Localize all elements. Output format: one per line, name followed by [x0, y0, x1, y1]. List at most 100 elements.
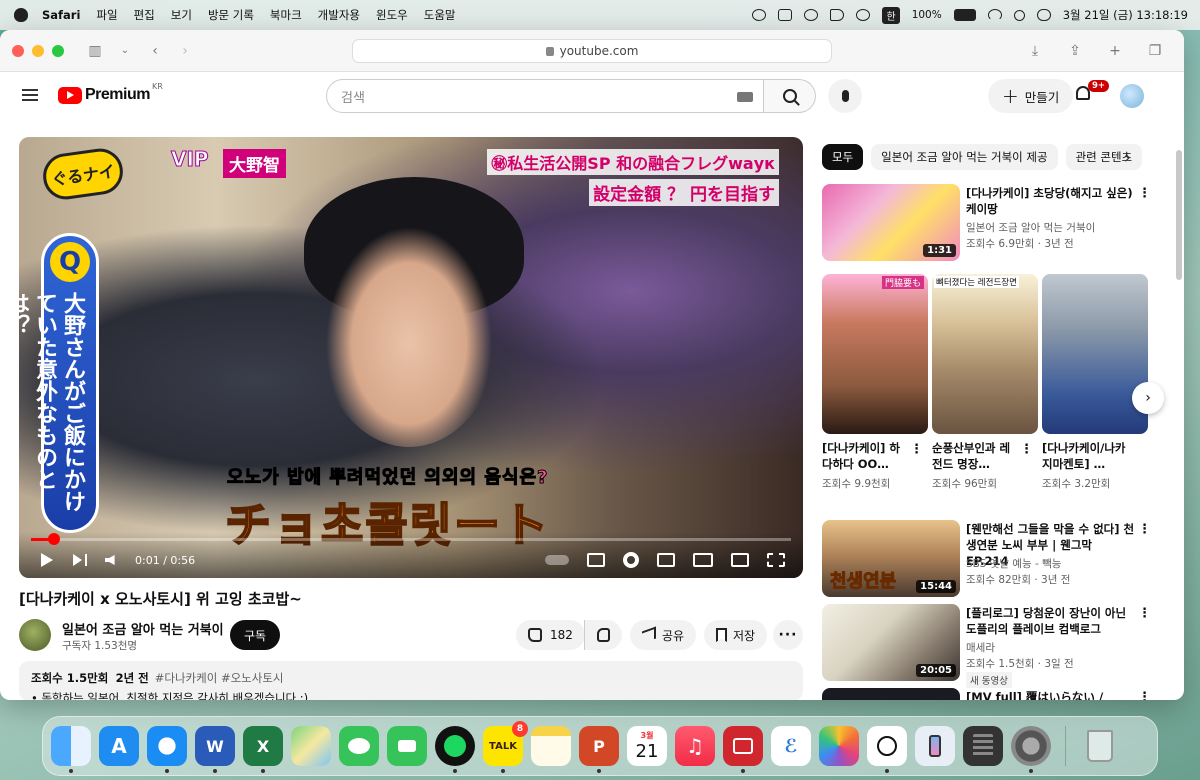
menu-bookmarks[interactable]: 북마크 [270, 7, 302, 23]
rec-channel[interactable]: 매세라 [966, 640, 995, 655]
chatgpt-menubar-icon[interactable] [752, 9, 767, 21]
control-center-icon[interactable] [1036, 9, 1051, 21]
spotlight-icon[interactable] [1013, 9, 1025, 21]
menu-help[interactable]: 도움말 [424, 7, 456, 23]
kakaotalk-icon[interactable]: TALK 8 [483, 721, 528, 773]
finder-icon[interactable] [51, 726, 91, 773]
rec-title[interactable]: [다나카케이] 초당당(해지고 싶은) 케이땅 [966, 185, 1136, 217]
create-button[interactable]: + 만들기 [988, 79, 1074, 113]
save-button[interactable]: 저장 [704, 620, 768, 650]
apple-icon[interactable] [14, 8, 28, 22]
rec-title[interactable]: [플리로그] 당첨운이 장난이 아닌 도플리의 플레이브 컴백로그 [966, 605, 1136, 637]
powerpoint-icon[interactable]: P [579, 726, 619, 773]
iphone-mirroring-icon[interactable] [915, 726, 955, 766]
maps-icon[interactable] [291, 726, 331, 766]
short-item[interactable]: 門脇要も [다나카케이] 하다하다 OO… 조회수 9.9천회 ⋮ [822, 274, 928, 491]
rec-thumbnail[interactable]: 1:31 [822, 184, 960, 261]
kebab-icon[interactable]: ⋮ [910, 442, 923, 457]
short-thumbnail[interactable]: 뼈터졌다는 레전드장면 [932, 274, 1038, 434]
sidebar-toggle-icon[interactable]: ▥ [82, 39, 108, 63]
search-input[interactable]: 검색 [326, 79, 764, 113]
chip-all[interactable]: 모두 [822, 144, 864, 170]
app-store-icon[interactable]: A [99, 726, 139, 766]
kebab-icon[interactable]: ⋮ [1138, 606, 1151, 621]
recommendation-item[interactable]: 20:05 [플리로그] 당첨운이 장난이 아닌 도플리의 플레이브 컴백로그 … [822, 604, 1152, 688]
trash-icon[interactable] [1080, 726, 1120, 766]
short-item[interactable]: 뼈터졌다는 레전드장면 순풍산부인과 레전드 명장… 조회수 96만회 ⋮ [932, 274, 1038, 491]
cast-icon[interactable] [731, 553, 749, 567]
shorts-next-icon[interactable]: › [1132, 382, 1164, 414]
rec-thumbnail[interactable] [822, 688, 960, 700]
calculator-icon[interactable] [963, 726, 1003, 766]
hashtags[interactable]: #다나카케이 #오노사토시 [155, 671, 284, 685]
minimize-window-button[interactable] [32, 44, 44, 57]
tab-overview-icon[interactable]: ❐ [1142, 39, 1168, 63]
theater-mode-icon[interactable] [693, 553, 713, 567]
spotify-icon[interactable] [435, 726, 475, 773]
safari-icon[interactable] [147, 726, 187, 773]
search-button[interactable] [764, 79, 816, 113]
description-box[interactable]: 조회수 1.5만회 2년 전 #다나카케이 #오노사토시 • 독학하는 일본어, … [19, 661, 803, 700]
volume-icon[interactable] [830, 9, 845, 21]
menu-app-name[interactable]: Safari [42, 8, 80, 22]
rec-title[interactable]: [MV full] 覆はいらない / [966, 689, 1136, 700]
short-title[interactable]: [다나카케이] 하다하다 OO… [822, 440, 910, 472]
recommendation-item[interactable]: 천생연분 15:44 [웬만해선 그들을 막을 수 없다] 천생연분 노씨 부부… [822, 520, 1152, 600]
notifications-button[interactable]: 9+ [1076, 80, 1110, 104]
youtube-logo[interactable]: Premium KR [58, 82, 163, 104]
tab-group-chevron-icon[interactable]: ⌄ [112, 39, 138, 63]
music-icon[interactable]: ♫ [675, 726, 715, 766]
freeform-icon[interactable]: ℰ [771, 726, 811, 766]
excel-icon[interactable]: X [243, 726, 283, 773]
short-title[interactable]: [다나카케이/나카지마켄토] … [1042, 440, 1130, 472]
wifi-icon[interactable] [987, 9, 1002, 21]
facetime-icon[interactable] [387, 726, 427, 766]
subtitles-icon[interactable] [587, 553, 605, 567]
volume-player-icon[interactable] [105, 555, 115, 565]
menu-window[interactable]: 윈도우 [376, 7, 408, 23]
zoom-window-button[interactable] [52, 44, 64, 57]
menu-icon[interactable] [22, 89, 38, 101]
channel-name[interactable]: 일본어 조금 알아 먹는 거북이 [62, 619, 224, 638]
kebab-icon[interactable]: ⋮ [1138, 186, 1151, 201]
recommendation-item[interactable]: 1:31 [다나카케이] 초당당(해지고 싶은) 케이땅 일본어 조금 알아 먹… [822, 184, 1152, 264]
keyboard-icon[interactable] [737, 92, 753, 102]
share-browser-icon[interactable]: ⇪ [1062, 39, 1088, 63]
clock[interactable]: 3월 21일 (금) 13:18:19 [1063, 7, 1188, 23]
short-thumbnail[interactable]: 門脇要も [822, 274, 928, 434]
battery-icon[interactable] [953, 9, 976, 21]
play-icon[interactable] [41, 553, 53, 567]
screen-menubar-icon[interactable] [778, 9, 793, 21]
miniplayer-icon[interactable] [657, 553, 675, 567]
download-icon[interactable]: ⤓ [1022, 39, 1048, 63]
photo-booth-icon[interactable] [723, 726, 763, 773]
chips-next-icon[interactable]: › [1124, 148, 1130, 167]
record-menubar-icon[interactable] [804, 9, 819, 21]
rec-channel[interactable]: 일본어 조금 알아 먹는 거북이 [966, 220, 1095, 235]
menu-edit[interactable]: 편집 [134, 7, 155, 23]
new-tab-button[interactable]: + [1102, 39, 1128, 63]
rec-thumbnail[interactable]: 20:05 [822, 604, 960, 681]
back-button[interactable]: ‹ [142, 39, 168, 63]
menu-file[interactable]: 파일 [96, 7, 117, 23]
photos-icon[interactable] [819, 726, 859, 766]
fullscreen-icon[interactable] [767, 553, 785, 567]
page-scrollbar[interactable] [1176, 150, 1182, 280]
channel-avatar[interactable] [19, 619, 51, 651]
kebab-icon[interactable]: ⋮ [1138, 522, 1151, 537]
recommendation-item[interactable]: [MV full] 覆はいらない / ⋮ [822, 688, 1152, 700]
messages-icon[interactable] [339, 726, 379, 766]
subscribe-button[interactable]: 구독 [230, 620, 281, 650]
kebab-icon[interactable]: ⋮ [1020, 442, 1033, 457]
menu-view[interactable]: 보기 [171, 7, 192, 23]
like-button[interactable]: 182 [516, 620, 585, 650]
scrubber-handle[interactable] [47, 533, 60, 545]
settings-gear-icon[interactable] [623, 552, 639, 568]
system-settings-icon[interactable] [1011, 726, 1051, 773]
address-bar[interactable]: youtube.com [352, 39, 832, 63]
chip-channel[interactable]: 일본어 조금 알아 먹는 거북이 제공 [871, 144, 1058, 170]
rec-thumbnail[interactable]: 천생연분 15:44 [822, 520, 960, 597]
next-icon[interactable] [73, 554, 87, 566]
account-avatar[interactable] [1120, 84, 1144, 108]
menu-history[interactable]: 방문 기록 [208, 7, 254, 23]
